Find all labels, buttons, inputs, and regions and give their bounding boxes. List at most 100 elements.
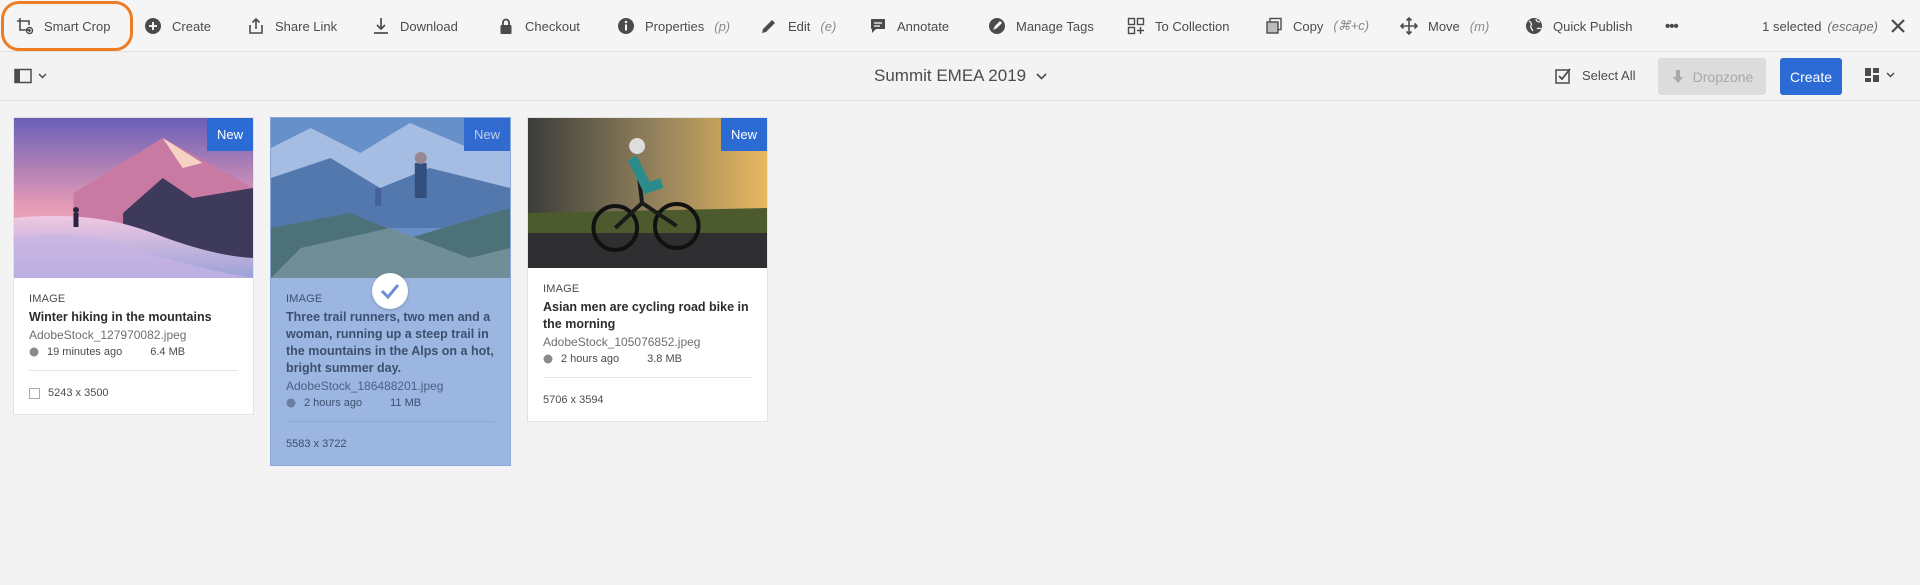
close-selection-icon[interactable] xyxy=(1888,16,1908,36)
asset-dimensions-row: 5706 x 3594 xyxy=(528,378,767,421)
asset-stats: 2 hours ago 3.8 MB xyxy=(543,353,752,378)
manage-tags-label: Manage Tags xyxy=(1016,18,1094,34)
info-icon xyxy=(618,18,634,34)
checkout-label: Checkout xyxy=(525,18,580,34)
tag-icon xyxy=(989,18,1005,34)
edit-shortcut: (e) xyxy=(820,18,837,34)
move-label: Move xyxy=(1428,18,1460,34)
share-icon xyxy=(249,17,263,34)
download-button[interactable]: Download xyxy=(372,0,458,52)
share-link-button[interactable]: Share Link xyxy=(247,0,337,52)
asset-size: 11 MB xyxy=(390,397,422,409)
add-circle-icon xyxy=(145,18,161,34)
rail-toggle-button[interactable] xyxy=(14,68,47,84)
view-switcher[interactable] xyxy=(1864,67,1895,83)
edit-button[interactable]: Edit (e) xyxy=(760,0,836,52)
asset-dimensions: 5583 x 3722 xyxy=(286,438,347,450)
more-actions-button[interactable]: ••• xyxy=(1665,0,1679,52)
to-collection-label: To Collection xyxy=(1155,18,1230,34)
trail-runners-image xyxy=(271,118,510,278)
checkmark-icon xyxy=(380,284,400,299)
card-view-icon xyxy=(1865,68,1879,82)
smart-crop-button[interactable]: Smart Crop xyxy=(16,0,110,52)
asset-filename: AdobeStock_127970082.jpeg xyxy=(29,328,187,342)
asset-modified: 19 minutes ago xyxy=(47,346,123,358)
folder-title-dropdown[interactable]: Summit EMEA 2019 xyxy=(874,66,1047,86)
move-button[interactable]: Move (m) xyxy=(1400,0,1489,52)
asset-size: 3.8 MB xyxy=(647,353,682,365)
create-button[interactable]: Create xyxy=(144,0,211,52)
selection-check[interactable] xyxy=(372,273,408,309)
asset-thumbnail: New xyxy=(528,118,767,268)
card-meta: IMAGE Asian men are cycling road bike in… xyxy=(528,268,767,378)
more-icon: ••• xyxy=(1665,17,1679,35)
content-toolbar: Summit EMEA 2019 Select All Dropzone Cre… xyxy=(0,53,1920,101)
copy-label: Copy xyxy=(1293,18,1324,34)
asset-filename: AdobeStock_105076852.jpeg xyxy=(543,335,701,349)
copy-shortcut: (⌘+c) xyxy=(1333,18,1370,33)
selection-status: 1 selected (escape) xyxy=(1762,0,1878,52)
smart-crop-label: Smart Crop xyxy=(44,18,111,34)
checkout-button[interactable]: Checkout xyxy=(497,0,580,52)
action-bar: Smart Crop Create Share Link Download Ch… xyxy=(0,0,1920,52)
asset-stats: 19 minutes ago 6.4 MB xyxy=(29,346,238,371)
globe-icon xyxy=(1526,18,1542,34)
create-primary-label: Create xyxy=(1789,68,1833,85)
asset-title: Winter hiking in the mountains xyxy=(29,310,212,324)
asset-dimensions-row: 5583 x 3722 xyxy=(271,422,510,465)
dropzone-label: Dropzone xyxy=(1692,68,1754,85)
asset-card[interactable]: New IMAGE Winter hiking in the mountains… xyxy=(13,117,254,415)
properties-label: Properties xyxy=(645,18,705,34)
card-meta: IMAGE Winter hiking in the mountains Ado… xyxy=(14,278,253,371)
escape-hint: (escape) xyxy=(1827,18,1878,34)
chevron-down-icon xyxy=(1886,72,1895,78)
chevron-down-icon xyxy=(38,73,47,79)
create-primary-button[interactable]: Create xyxy=(1780,58,1842,95)
quick-publish-button[interactable]: Quick Publish xyxy=(1525,0,1632,52)
sidebar-toggle-icon xyxy=(14,68,32,84)
asset-dimensions: 5706 x 3594 xyxy=(543,394,604,406)
asset-dimensions-row: 5243 x 3500 xyxy=(14,371,253,414)
select-all-button[interactable]: Select All xyxy=(1555,67,1635,84)
asset-card[interactable]: New IMAGE Asian men are cycling road bik… xyxy=(527,117,768,422)
asset-modified: 2 hours ago xyxy=(304,397,363,409)
lock-icon xyxy=(500,18,512,34)
asset-size: 6.4 MB xyxy=(150,346,186,358)
move-shortcut: (m) xyxy=(1469,18,1490,34)
annotate-button[interactable]: Annotate xyxy=(869,0,949,52)
to-collection-button[interactable]: To Collection xyxy=(1127,0,1229,52)
asset-dimensions: 5243 x 3500 xyxy=(48,387,109,399)
dropzone-button[interactable]: Dropzone xyxy=(1658,58,1766,95)
share-link-label: Share Link xyxy=(275,18,338,34)
asset-title: Three trail runners, two men and a woman… xyxy=(286,310,494,375)
move-icon xyxy=(1400,17,1418,35)
properties-shortcut: (p) xyxy=(714,18,731,34)
asset-filename: AdobeStock_186488201.jpeg xyxy=(286,379,444,393)
select-all-checkbox-icon xyxy=(1555,68,1571,84)
asset-type: IMAGE xyxy=(543,283,580,295)
globe-icon xyxy=(286,398,296,408)
create-label: Create xyxy=(172,18,212,34)
collection-add-icon xyxy=(1127,17,1145,35)
copy-icon xyxy=(1266,17,1282,34)
asset-modified: 2 hours ago xyxy=(561,353,620,365)
globe-icon xyxy=(29,347,39,357)
edit-label: Edit xyxy=(788,18,811,34)
globe-icon xyxy=(543,354,553,364)
select-all-label: Select All xyxy=(1582,68,1636,83)
download-arrow-icon xyxy=(1672,69,1683,83)
new-badge: New xyxy=(206,118,253,151)
dimensions-icon xyxy=(29,387,40,399)
asset-type: IMAGE xyxy=(29,293,66,305)
copy-button[interactable]: Copy (⌘+c) xyxy=(1265,0,1369,52)
new-badge: New xyxy=(463,118,510,151)
asset-thumbnail: New xyxy=(14,118,253,278)
new-badge: New xyxy=(720,118,767,151)
annotate-label: Annotate xyxy=(897,18,950,34)
chevron-down-icon xyxy=(1036,72,1047,80)
pencil-icon xyxy=(762,20,775,33)
asset-stats: 2 hours ago 11 MB xyxy=(286,397,495,422)
manage-tags-button[interactable]: Manage Tags xyxy=(988,0,1094,52)
properties-button[interactable]: Properties (p) xyxy=(617,0,730,52)
quick-publish-label: Quick Publish xyxy=(1553,18,1633,34)
